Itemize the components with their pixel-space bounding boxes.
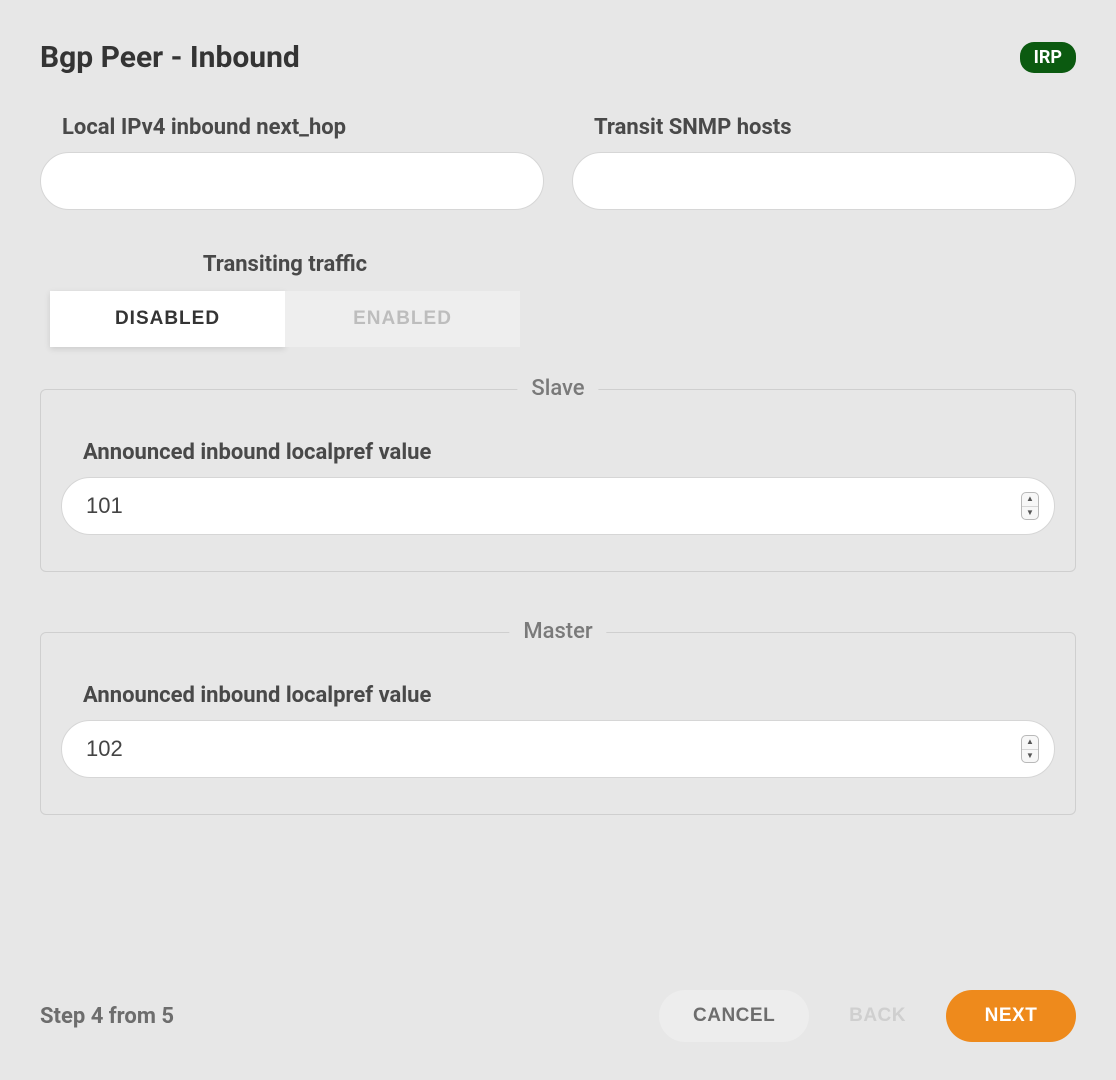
slave-localpref-step-up-icon[interactable]: ▲ <box>1022 493 1038 507</box>
master-localpref-input[interactable] <box>61 720 1055 778</box>
master-localpref-stepper: ▲ ▼ <box>1021 735 1039 763</box>
master-localpref-step-down-icon[interactable]: ▼ <box>1022 750 1038 763</box>
slave-legend: Slave <box>517 376 598 401</box>
transiting-traffic-disabled-button[interactable]: DISABLED <box>50 291 285 347</box>
master-fieldset: Master Announced inbound localpref value… <box>40 632 1076 815</box>
transiting-traffic-enabled-button[interactable]: ENABLED <box>285 291 520 347</box>
slave-localpref-stepper: ▲ ▼ <box>1021 492 1039 520</box>
cancel-button[interactable]: CANCEL <box>659 990 809 1042</box>
irp-badge: IRP <box>1020 42 1076 73</box>
slave-localpref-input[interactable] <box>61 477 1055 535</box>
page-title: Bgp Peer - Inbound <box>40 40 300 75</box>
transit-snmp-hosts-label: Transit SNMP hosts <box>594 115 1076 140</box>
transit-snmp-hosts-input[interactable] <box>572 152 1076 210</box>
step-indicator: Step 4 from 5 <box>40 1004 174 1029</box>
slave-localpref-step-down-icon[interactable]: ▼ <box>1022 507 1038 520</box>
master-localpref-label: Announced inbound localpref value <box>83 683 1055 708</box>
back-button[interactable]: BACK <box>819 990 936 1042</box>
master-legend: Master <box>509 619 606 644</box>
local-ipv4-next-hop-input[interactable] <box>40 152 544 210</box>
master-localpref-step-up-icon[interactable]: ▲ <box>1022 736 1038 750</box>
next-button[interactable]: NEXT <box>946 990 1076 1042</box>
slave-localpref-label: Announced inbound localpref value <box>83 440 1055 465</box>
transiting-traffic-label: Transiting traffic <box>50 252 520 277</box>
transiting-traffic-toggle: DISABLED ENABLED <box>50 291 520 347</box>
slave-fieldset: Slave Announced inbound localpref value … <box>40 389 1076 572</box>
local-ipv4-next-hop-label: Local IPv4 inbound next_hop <box>62 115 544 140</box>
